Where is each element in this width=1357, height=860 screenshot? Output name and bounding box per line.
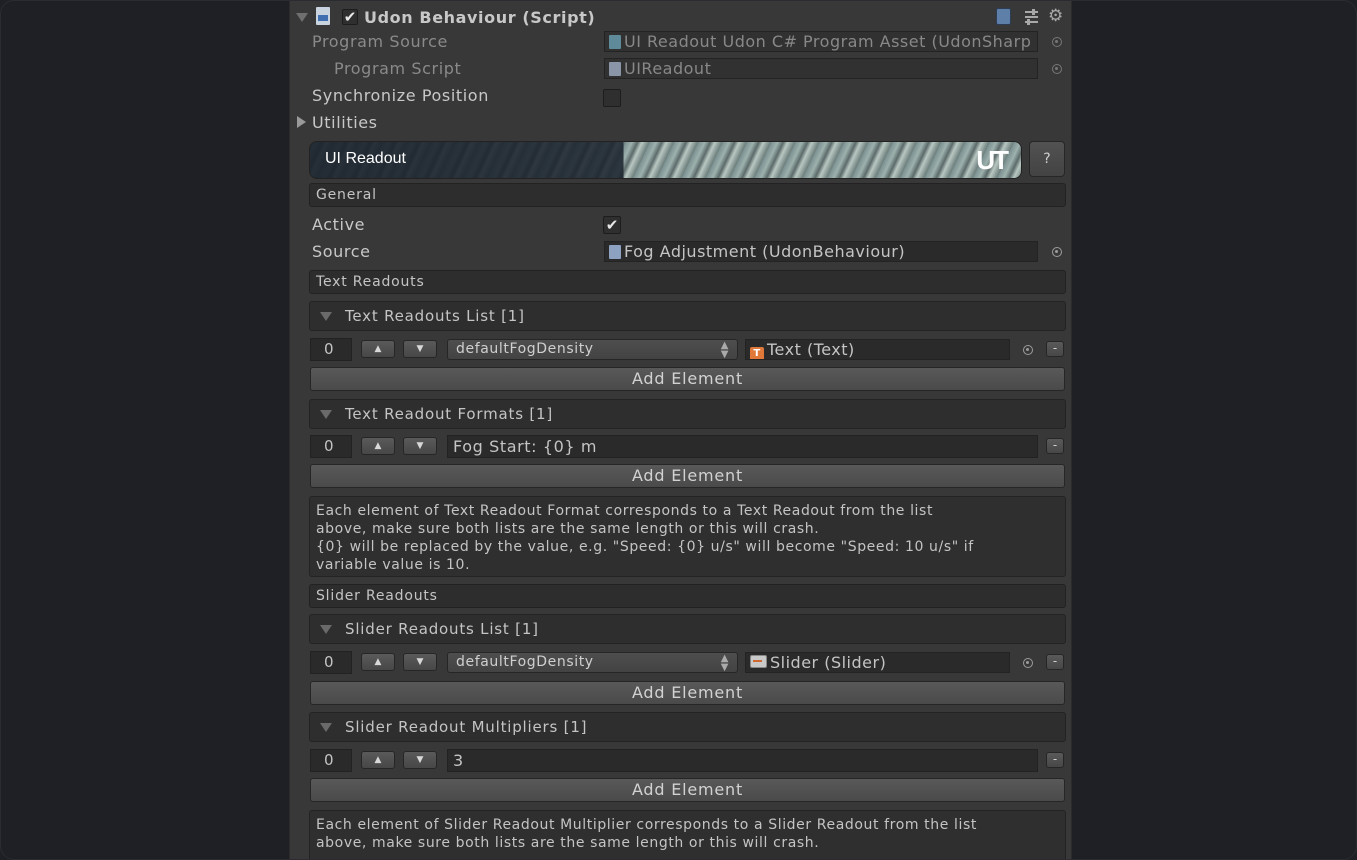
help-text-line: {0} will be replaced by the value, e.g. … <box>316 539 974 555</box>
text-readout-picker-icon[interactable] <box>1023 345 1033 355</box>
move-up-button[interactable]: ▲ <box>361 653 395 671</box>
remove-element-button[interactable]: - <box>1046 341 1064 357</box>
text-readout-formats-header[interactable]: Text Readout Formats [1] <box>309 399 1066 429</box>
slider-component-icon <box>750 655 767 668</box>
dropdown-arrow-icon: ▲ ▼ <box>720 653 729 673</box>
component-title: Udon Behaviour (Script) <box>364 8 596 27</box>
slider-readout-index: 0 <box>310 651 352 674</box>
utilities-label[interactable]: Utilities <box>312 113 378 132</box>
ut-logo: UT <box>976 145 1009 175</box>
text-readout-index: 0 <box>310 338 352 361</box>
dropdown-value: defaultFogDensity <box>456 654 594 670</box>
text-readout-variable-dropdown[interactable]: defaultFogDensity ▲ ▼ <box>447 339 738 360</box>
component-enabled-checkbox[interactable]: ✔ <box>342 9 358 25</box>
check-icon: ✔ <box>343 8 357 26</box>
text-readout-target-field[interactable]: T Text (Text) <box>745 339 1010 360</box>
text-readouts-help-box: Each element of Text Readout Format corr… <box>309 496 1066 577</box>
foldout-arrow-icon <box>320 410 332 419</box>
slider-readout-picker-icon[interactable] <box>1023 658 1033 668</box>
move-up-button[interactable]: ▲ <box>361 437 395 455</box>
inspector-panel: ✔ Udon Behaviour (Script) ⚙ Program Sour… <box>289 1 1072 859</box>
source-picker-icon[interactable] <box>1052 247 1062 257</box>
active-checkbox[interactable]: ✔ <box>603 216 621 234</box>
help-button[interactable]: ? <box>1029 141 1065 177</box>
text-component-icon: T <box>750 347 764 359</box>
active-label: Active <box>312 215 366 234</box>
gear-icon[interactable]: ⚙ <box>1048 6 1063 26</box>
program-source-picker-icon <box>1052 37 1062 47</box>
slider-readouts-help-box: Each element of Slider Readout Multiplie… <box>309 810 1066 859</box>
move-up-button[interactable]: ▲ <box>361 340 395 358</box>
slider-readout-target-field[interactable]: Slider (Slider) <box>745 652 1010 673</box>
program-script-field: UIReadout <box>604 58 1038 79</box>
utilities-foldout-arrow[interactable] <box>297 116 306 128</box>
slider-readout-multipliers-header[interactable]: Slider Readout Multipliers [1] <box>309 712 1066 742</box>
text-readouts-section-header: Text Readouts <box>309 270 1066 294</box>
foldout-arrow-icon <box>320 723 332 732</box>
add-slider-multiplier-button[interactable]: Add Element <box>310 778 1065 802</box>
move-up-button[interactable]: ▲ <box>361 751 395 769</box>
foldout-arrow-icon <box>320 625 332 634</box>
ui-readout-banner: UI Readout UT <box>309 141 1022 179</box>
help-text-line: Each element of Slider Readout Multiplie… <box>316 817 977 833</box>
slider-multiplier-index: 0 <box>310 749 352 772</box>
program-source-value: UI Readout Udon C# Program Asset (UdonSh… <box>624 32 1032 51</box>
check-icon: ✔ <box>605 216 619 234</box>
script-file-icon <box>609 62 621 76</box>
add-text-format-button[interactable]: Add Element <box>310 464 1065 488</box>
move-down-button[interactable]: ▼ <box>403 751 437 769</box>
banner-title: UI Readout <box>325 150 406 167</box>
add-slider-readout-button[interactable]: Add Element <box>310 681 1065 705</box>
udon-behaviour-icon <box>609 245 621 259</box>
general-section-header: General <box>309 183 1066 207</box>
preset-sliders-icon[interactable] <box>1023 8 1040 25</box>
remove-element-button[interactable]: - <box>1046 438 1064 454</box>
program-script-picker-icon <box>1052 64 1062 74</box>
dropdown-arrow-icon: ▲ ▼ <box>720 340 729 360</box>
add-text-readout-button[interactable]: Add Element <box>310 367 1065 391</box>
source-label: Source <box>312 242 371 261</box>
slider-readout-target-value: Slider (Slider) <box>770 653 887 672</box>
source-field[interactable]: Fog Adjustment (UdonBehaviour) <box>604 241 1038 262</box>
script-file-icon <box>316 7 330 25</box>
remove-element-button[interactable]: - <box>1046 654 1064 670</box>
help-book-icon[interactable] <box>996 8 1011 25</box>
source-value: Fog Adjustment (UdonBehaviour) <box>624 242 906 261</box>
slider-readout-variable-dropdown[interactable]: defaultFogDensity ▲ ▼ <box>447 652 738 673</box>
slider-readouts-list-header[interactable]: Slider Readouts List [1] <box>309 614 1066 644</box>
program-script-label: Program Script <box>334 59 462 78</box>
help-text-line: variable value is 10. <box>316 557 471 573</box>
help-text-line: above, make sure both lists are the same… <box>316 521 820 537</box>
synchronize-position-label: Synchronize Position <box>312 86 489 105</box>
move-down-button[interactable]: ▼ <box>403 653 437 671</box>
text-readouts-list-header[interactable]: Text Readouts List [1] <box>309 301 1066 331</box>
help-text-line: Each element of Text Readout Format corr… <box>316 503 934 519</box>
slider-readouts-section-header: Slider Readouts <box>309 584 1066 608</box>
window-frame: ✔ Udon Behaviour (Script) ⚙ Program Sour… <box>0 0 1357 860</box>
dropdown-value: defaultFogDensity <box>456 341 594 357</box>
foldout-arrow-icon <box>320 312 332 321</box>
component-foldout-arrow[interactable] <box>296 13 308 22</box>
text-format-input[interactable]: Fog Start: {0} m <box>447 435 1038 458</box>
remove-element-button[interactable]: - <box>1046 752 1064 768</box>
program-source-field: UI Readout Udon C# Program Asset (UdonSh… <box>604 31 1038 52</box>
text-readout-target-value: Text (Text) <box>767 340 855 359</box>
help-text-line: above, make sure both lists are the same… <box>316 835 820 851</box>
slider-multiplier-input[interactable]: 3 <box>447 749 1038 772</box>
program-asset-icon <box>609 35 621 49</box>
move-down-button[interactable]: ▼ <box>403 437 437 455</box>
synchronize-position-checkbox[interactable] <box>603 89 621 107</box>
program-script-value: UIReadout <box>624 59 712 78</box>
text-format-index: 0 <box>310 435 352 458</box>
move-down-button[interactable]: ▼ <box>403 340 437 358</box>
program-source-label: Program Source <box>312 32 448 51</box>
